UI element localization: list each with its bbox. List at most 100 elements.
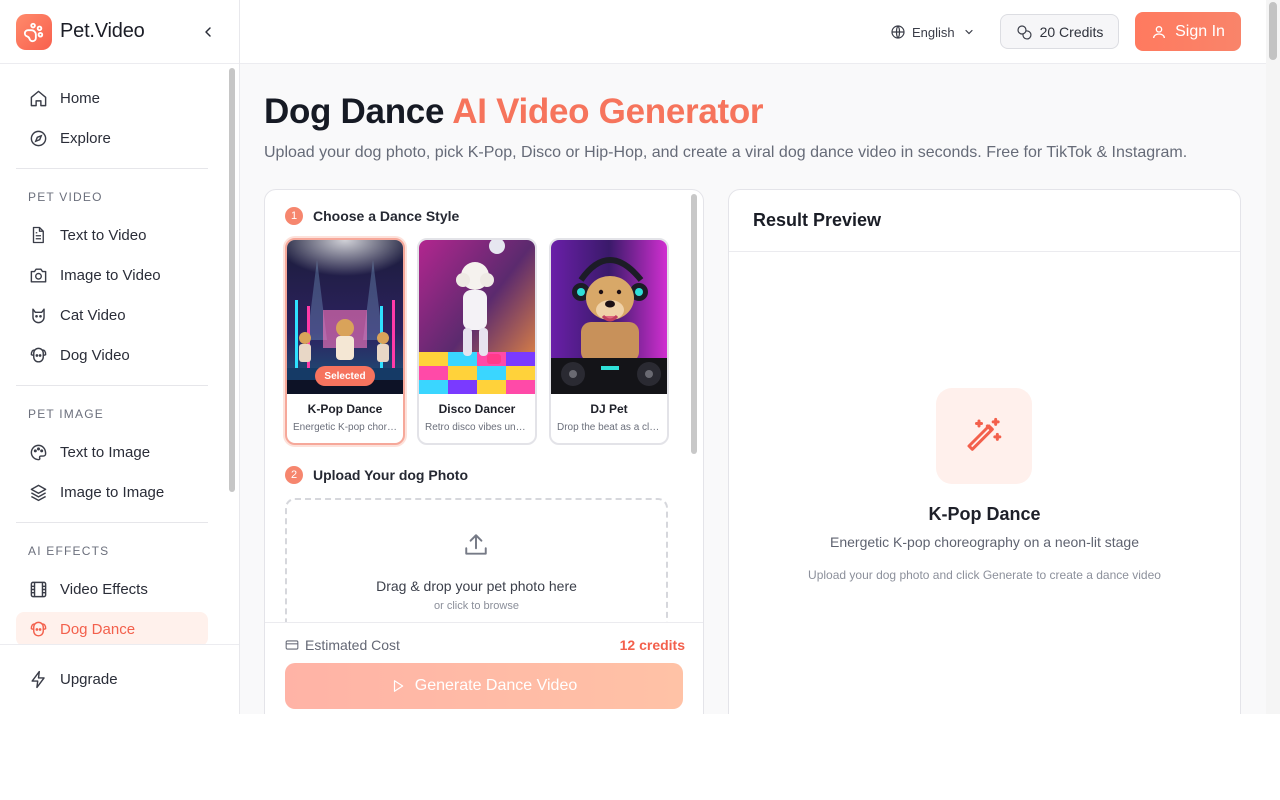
sidebar-nav: Home Explore PET VIDEO Text to Video Ima… — [0, 64, 239, 644]
window-scrollbar[interactable] — [1266, 0, 1280, 714]
panel-scrollbar[interactable] — [691, 194, 697, 454]
section-title-pet-video: PET VIDEO — [28, 190, 103, 204]
section-title-ai-effects: AI EFFECTS — [28, 544, 110, 558]
section-title-pet-image: PET IMAGE — [28, 407, 104, 421]
sidebar-footer: Upgrade — [0, 644, 239, 714]
preview-style-description: Energetic K-pop choreography on a neon-l… — [830, 534, 1139, 550]
result-preview-panel: Result Preview K-Pop Dance Energetic K-p… — [728, 189, 1241, 714]
title-accent: AI Video Generator — [452, 92, 764, 131]
estimated-cost: Estimated Cost — [285, 637, 400, 653]
style-title: DJ Pet — [590, 402, 628, 416]
lightning-icon — [28, 669, 48, 689]
dj-thumbnail — [551, 240, 667, 394]
sidebar-item-label: Text to Image — [60, 443, 151, 461]
style-card-disco[interactable]: Disco Dancer Retro disco vibes under the… — [417, 238, 537, 445]
generator-footer: Estimated Cost 12 credits Generate Dance… — [265, 622, 703, 714]
generator-panel: 1 Choose a Dance Style Selected K-Pop Da… — [264, 189, 704, 714]
sidebar-item-dog-video[interactable]: Dog Video — [16, 338, 208, 372]
scrollbar-thumb[interactable] — [1269, 2, 1277, 60]
step-number: 1 — [285, 207, 303, 225]
user-icon — [1153, 25, 1166, 38]
style-description: Energetic K-pop choreography on a neon-l… — [293, 422, 397, 433]
sidebar-item-home[interactable]: Home — [16, 81, 208, 115]
sidebar-item-label: Explore — [60, 129, 111, 147]
title-main: Dog Dance — [264, 92, 445, 131]
style-title: K-Pop Dance — [307, 402, 383, 416]
step-label: Upload Your dog Photo — [313, 467, 469, 483]
brand-name[interactable]: Pet.Video — [60, 20, 145, 43]
topbar: English 20 Credits Sign In — [240, 0, 1266, 64]
page-title: Dog Dance AI Video Generator — [264, 92, 764, 132]
divider — [16, 168, 208, 169]
sidebar-item-label: Dog Video — [60, 346, 130, 364]
sidebar-item-label: Text to Video — [60, 226, 147, 244]
sidebar: Pet.Video Home Explore PET VIDEO Text to… — [0, 0, 240, 714]
sidebar-item-video-effects[interactable]: Video Effects — [16, 572, 208, 606]
style-title: Disco Dancer — [438, 402, 516, 416]
play-icon — [393, 680, 403, 692]
credits-label: 20 Credits — [1039, 23, 1104, 40]
layers-icon — [28, 482, 48, 502]
film-icon — [28, 579, 48, 599]
camera-icon — [28, 265, 48, 285]
divider — [16, 385, 208, 386]
sidebar-item-cat-video[interactable]: Cat Video — [16, 298, 208, 332]
cat-icon — [28, 305, 48, 325]
sidebar-item-explore[interactable]: Explore — [16, 121, 208, 155]
home-icon — [28, 88, 48, 108]
sidebar-item-image-to-video[interactable]: Image to Video — [16, 258, 208, 292]
dog-icon — [28, 345, 48, 365]
preview-heading: Result Preview — [729, 190, 1240, 252]
style-card-kpop[interactable]: Selected K-Pop Dance Energetic K-pop cho… — [285, 238, 405, 445]
credits-button[interactable]: 20 Credits — [1000, 14, 1119, 49]
sign-in-label: Sign In — [1175, 22, 1225, 40]
style-description: Retro disco vibes under the mirror ball — [425, 422, 529, 433]
step-choose-style: 1 Choose a Dance Style — [285, 207, 459, 225]
dropzone-text: Drag & drop your pet photo here — [376, 578, 577, 594]
divider — [16, 522, 208, 523]
sidebar-item-image-to-image[interactable]: Image to Image — [16, 475, 208, 509]
sidebar-item-label: Upgrade — [60, 670, 118, 688]
sidebar-item-label: Dog Dance — [60, 620, 136, 638]
credit-card-icon — [285, 640, 299, 650]
sign-in-button[interactable]: Sign In — [1135, 12, 1241, 51]
preview-hint: Upload your dog photo and click Generate… — [808, 568, 1161, 582]
sidebar-item-label: Image to Image — [60, 483, 165, 501]
sidebar-scrollbar[interactable] — [229, 68, 235, 492]
style-card-dj[interactable]: DJ Pet Drop the beat as a club DJ — [549, 238, 669, 445]
sidebar-item-text-to-video[interactable]: Text to Video — [16, 218, 208, 252]
style-description: Drop the beat as a club DJ — [557, 422, 661, 433]
main-content: Dog Dance AI Video Generator Upload your… — [240, 64, 1266, 714]
compass-icon — [28, 128, 48, 148]
dog-icon — [28, 619, 48, 639]
language-label: English — [912, 24, 955, 40]
globe-icon — [891, 25, 905, 39]
sidebar-item-label: Image to Video — [60, 266, 161, 284]
sidebar-item-label: Cat Video — [60, 306, 126, 324]
sidebar-item-dog-dance[interactable]: Dog Dance — [16, 612, 208, 644]
cost-value: 12 credits — [619, 637, 685, 653]
sidebar-item-label: Video Effects — [60, 580, 148, 598]
palette-icon — [28, 442, 48, 462]
collapse-sidebar-button[interactable] — [196, 20, 220, 44]
page-subtitle: Upload your dog photo, pick K-Pop, Disco… — [264, 144, 1188, 161]
generate-button[interactable]: Generate Dance Video — [285, 663, 683, 709]
language-selector[interactable]: English — [890, 20, 975, 44]
cost-label: Estimated Cost — [305, 637, 400, 653]
chevron-left-icon — [205, 27, 211, 37]
step-label: Choose a Dance Style — [313, 208, 460, 224]
paw-logo-icon[interactable] — [16, 13, 52, 50]
sidebar-item-text-to-image[interactable]: Text to Image — [16, 435, 208, 469]
step-number: 2 — [285, 466, 303, 484]
sidebar-item-upgrade[interactable]: Upgrade — [16, 662, 208, 696]
magic-wand-icon — [936, 388, 1032, 484]
chevron-down-icon — [965, 29, 973, 35]
coins-icon — [1016, 24, 1032, 39]
dropzone-subtext: or click to browse — [434, 600, 519, 612]
generate-label: Generate Dance Video — [414, 677, 578, 694]
upload-icon — [465, 534, 487, 555]
selected-badge: Selected — [315, 366, 375, 386]
preview-style-title: K-Pop Dance — [928, 504, 1041, 524]
document-icon — [28, 225, 48, 245]
brand-header: Pet.Video — [0, 0, 239, 64]
